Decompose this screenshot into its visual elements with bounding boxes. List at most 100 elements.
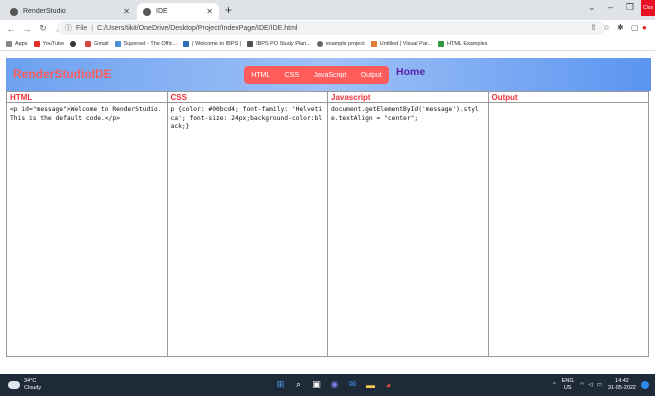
javascript-editor[interactable]: document.getElementById('message').style… [328,103,488,126]
browser-tab-renderstudio[interactable]: RenderStudio ✕ [4,3,136,20]
tab-label: RenderStudio [23,8,66,15]
css-pane: CSS p {color: #00bcd4; font-family: 'Hel… [166,91,328,357]
forward-icon[interactable]: → [22,24,32,34]
weather-widget[interactable]: 34°C Cloudy [8,378,41,391]
chevron-up-icon[interactable]: ^ [553,382,556,388]
browser-tab-ide[interactable]: IDE ✕ [137,3,219,20]
youtube-icon [33,40,40,47]
reload-icon[interactable]: ↻ [38,23,48,34]
visual-paradigm-icon [370,40,377,47]
brand-logo[interactable]: RenderStudioIDE [13,67,112,81]
cloud-icon [8,380,20,389]
pane-title: Output [488,92,648,103]
lang-bottom: US [563,384,572,391]
chevron-down-icon[interactable]: ⌄ [588,2,596,13]
address-scheme: File [76,24,88,32]
bookmark-label: YouTube [42,40,65,47]
clock[interactable]: 14:42 31-05-2022 [608,378,636,391]
browser-toolbar: ← → ↻ ⌂ ⓘ File | C:/Users/tikit/OneDrive… [0,20,655,37]
bookmarks-bar: Apps YouTube Gmail Superset - The Offic.… [0,37,655,51]
app-header: RenderStudioIDE HTML CSS JavaScript Outp… [6,58,651,91]
windows-taskbar: 34°C Cloudy ⊞ ⌕ ▣ ◉ ✉ ▬ ◕ ^ ENG US ◠ ◁ ▭… [0,374,655,396]
window-close-button[interactable]: Clos [641,0,655,16]
task-view-icon[interactable]: ▣ [311,379,322,390]
bookmark-gmail[interactable]: Gmail [85,40,109,47]
nav-css-button[interactable]: CSS [285,72,299,79]
output-pane: Output [487,91,649,357]
notification-icon[interactable] [641,380,649,389]
chrome-icon[interactable]: ◕ [383,379,394,390]
bookmark-apps[interactable]: Apps [6,40,28,47]
html-editor[interactable]: <p id="message">Welcome to RenderStudio.… [7,103,167,126]
address-url: C:/Users/tikit/OneDrive/Desktop/Project/… [97,24,298,32]
gmail-icon [85,40,92,47]
bookmark-github[interactable] [70,40,79,47]
search-icon[interactable]: ⌕ [293,379,304,390]
css-editor[interactable]: p {color: #00bcd4; font-family: 'Helveti… [168,103,328,135]
bookmark-label: IBPS PO Study Plan... [256,40,311,47]
system-tray: ^ ENG US ◠ ◁ ▭ 14:42 31-05-2022 [553,378,649,391]
bookmark-label: Apps [15,40,28,47]
weather-text: 34°C Cloudy [24,378,41,391]
lang-top: ENG [561,378,574,384]
globe-icon [10,7,18,16]
windows-start-icon[interactable]: ⊞ [275,379,286,390]
close-icon[interactable]: ✕ [123,7,130,16]
bookmark-ibps-po[interactable]: IBPS PO Study Plan... [247,40,311,47]
extensions-icon[interactable]: ✱ [617,23,624,32]
back-icon[interactable]: ← [6,24,16,34]
nav-group: HTML CSS JavaScript Output [244,66,389,84]
superset-icon [114,40,121,47]
bookmark-superset[interactable]: Superset - The Offic... [114,40,178,47]
home-link[interactable]: Home [396,66,425,78]
clock-date: 31-05-2022 [607,384,636,391]
pane-title: Javascript [328,92,488,103]
bookmark-label: | Welcome to IBPS | [192,40,242,47]
profile-icon[interactable]: ● [642,23,647,32]
bookmark-label: HTML Examples [447,40,488,47]
bookmark-visual-paradigm[interactable]: Untitled | Visual Par... [370,40,433,47]
bookmark-example-project[interactable]: example project [316,40,365,47]
output-frame[interactable] [489,103,649,109]
globe-icon [143,7,151,16]
page-icon [247,40,254,47]
new-tab-button[interactable]: + [225,3,232,17]
address-bar[interactable]: ⓘ File | C:/Users/tikit/OneDrive/Desktop… [57,21,605,35]
address-separator: | [91,24,94,32]
javascript-pane: Javascript document.getElementById('mess… [327,91,488,357]
bookmark-youtube[interactable]: YouTube [33,40,65,47]
bookmark-label: Superset - The Offic... [123,40,178,47]
nav-javascript-button[interactable]: JavaScript [314,72,347,79]
wifi-icon[interactable]: ◠ [580,382,585,388]
browser-tabstrip: RenderStudio ✕ IDE ✕ + ⌄ – ❐ Clos [0,0,655,20]
bookmark-html-examples[interactable]: HTML Examples [438,40,488,47]
minimize-icon[interactable]: – [608,2,613,12]
share-icon[interactable]: ⇪ [590,23,597,32]
language-indicator[interactable]: ENG US [562,378,574,391]
pane-title: HTML [7,92,167,103]
restore-icon[interactable]: ❐ [626,2,634,13]
nav-html-button[interactable]: HTML [251,72,270,79]
star-icon[interactable]: ☆ [603,23,610,32]
github-icon [316,40,323,47]
page-content: RenderStudioIDE HTML CSS JavaScript Outp… [0,51,655,374]
close-icon[interactable]: ✕ [206,7,213,16]
ibps-icon [183,40,190,47]
folder-icon[interactable]: ▬ [365,379,376,390]
apps-icon [6,40,12,47]
pane-title: CSS [167,92,327,103]
bookmark-ibps[interactable]: | Welcome to IBPS | [183,40,242,47]
sidepanel-icon[interactable]: ▢ [631,23,639,32]
battery-icon[interactable]: ▭ [597,382,602,388]
nav-output-button[interactable]: Output [361,72,382,79]
info-icon: ⓘ [65,25,72,32]
html-pane: HTML <p id="message">Welcome to RenderSt… [6,91,167,357]
bookmark-label: Untitled | Visual Par... [379,40,433,47]
bookmark-label: example project [325,40,365,47]
w3schools-icon [438,40,445,47]
volume-icon[interactable]: ◁ [588,382,592,388]
bookmark-label: Gmail [94,40,109,47]
github-icon [70,40,77,47]
teams-icon[interactable]: ◉ [329,379,340,390]
mail-icon[interactable]: ✉ [347,379,358,390]
